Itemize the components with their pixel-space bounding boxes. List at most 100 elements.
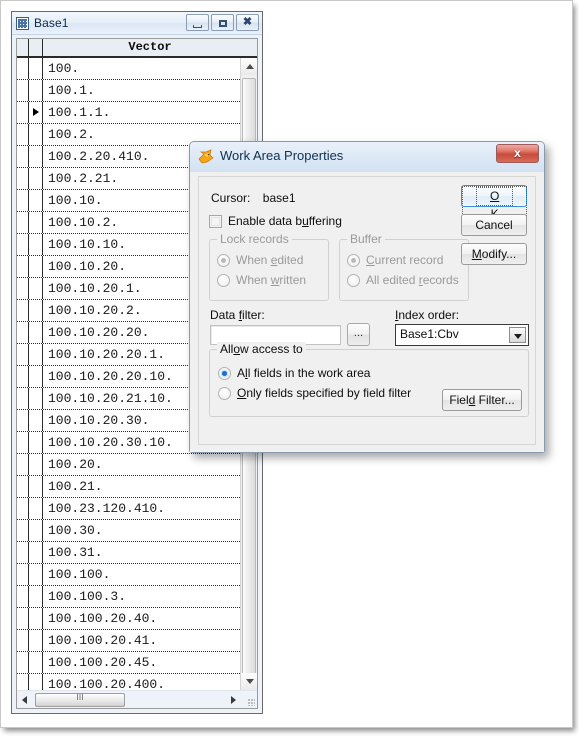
modify-button[interactable]: Modify...: [461, 243, 527, 265]
row-marker[interactable]: [29, 300, 43, 321]
grid-horizontal-scrollbar[interactable]: [17, 690, 257, 708]
dialog-titlebar[interactable]: Work Area Properties x: [190, 142, 544, 173]
enable-data-buffering-row[interactable]: Enable data buffering: [209, 214, 342, 228]
dialog-close-glyph: x: [514, 146, 521, 160]
scroll-right-icon[interactable]: [225, 692, 241, 708]
row-gutter: [17, 256, 29, 277]
grid-row[interactable]: 100.100.20.400.: [17, 674, 240, 690]
grid-row[interactable]: 100.: [17, 58, 240, 80]
row-gutter: [17, 498, 29, 519]
cell-vector[interactable]: 100.1.: [43, 80, 240, 101]
dialog-close-button[interactable]: x: [496, 144, 539, 163]
scroll-down-icon[interactable]: [241, 673, 257, 690]
cell-vector[interactable]: 100.23.120.410.: [43, 498, 240, 519]
row-gutter: [17, 300, 29, 321]
grid-row[interactable]: 100.100.20.45.: [17, 652, 240, 674]
cell-vector[interactable]: 100.100.20.45.: [43, 652, 240, 673]
lock-records-group-title: Lock records: [217, 232, 292, 246]
radio-only-fields-by-filter-indicator[interactable]: [218, 386, 231, 400]
cell-vector[interactable]: 100.1.1.: [43, 102, 240, 123]
row-marker[interactable]: [29, 168, 43, 189]
allow-access-group-title: Allow access to: [217, 342, 306, 356]
row-gutter: [17, 520, 29, 541]
grid-row[interactable]: 100.100.20.40.: [17, 608, 240, 630]
row-marker[interactable]: [29, 498, 43, 519]
row-marker[interactable]: [29, 608, 43, 629]
horizontal-scroll-thumb[interactable]: [35, 692, 125, 707]
cancel-button[interactable]: Cancel: [461, 214, 527, 236]
row-marker[interactable]: [29, 58, 43, 79]
row-marker[interactable]: [29, 674, 43, 690]
grid-row[interactable]: 100.20.: [17, 454, 240, 476]
row-marker[interactable]: [29, 212, 43, 233]
row-marker[interactable]: [29, 190, 43, 211]
row-marker[interactable]: [29, 542, 43, 563]
row-marker[interactable]: [29, 564, 43, 585]
row-marker[interactable]: [29, 146, 43, 167]
cell-vector[interactable]: 100.: [43, 58, 240, 79]
minimize-icon[interactable]: [186, 14, 209, 31]
cell-vector[interactable]: 100.100.20.41.: [43, 630, 240, 651]
close-icon[interactable]: ✖: [236, 14, 259, 31]
scroll-up-icon[interactable]: [241, 58, 257, 75]
base1-titlebar[interactable]: Base1 ✖: [12, 12, 262, 35]
row-gutter: [17, 212, 29, 233]
cell-vector[interactable]: 100.31.: [43, 542, 240, 563]
chevron-down-icon[interactable]: [509, 327, 526, 343]
row-marker[interactable]: [29, 652, 43, 673]
cell-vector[interactable]: 100.21.: [43, 476, 240, 497]
restore-icon[interactable]: [211, 14, 234, 31]
row-marker[interactable]: [29, 454, 43, 475]
row-marker[interactable]: [29, 278, 43, 299]
grid-row[interactable]: 100.100.20.41.: [17, 630, 240, 652]
enable-data-buffering-checkbox[interactable]: [209, 214, 222, 228]
grid-row[interactable]: 100.21.: [17, 476, 240, 498]
row-marker[interactable]: [29, 80, 43, 101]
row-marker[interactable]: [29, 388, 43, 409]
radio-all-edited-records-label: All edited records: [366, 273, 459, 287]
cell-vector[interactable]: 100.100.: [43, 564, 240, 585]
current-row-marker-icon[interactable]: [29, 102, 43, 123]
grid-row[interactable]: 100.100.3.: [17, 586, 240, 608]
scroll-left-icon[interactable]: [17, 692, 33, 708]
radio-current-record-indicator: [347, 253, 360, 267]
row-marker[interactable]: [29, 234, 43, 255]
grid-row[interactable]: 100.1.1.: [17, 102, 240, 124]
row-marker[interactable]: [29, 476, 43, 497]
ok-button[interactable]: OK: [461, 185, 528, 224]
row-gutter: [17, 586, 29, 607]
data-filter-browse-button[interactable]: ...: [347, 323, 370, 346]
grid-row[interactable]: 100.30.: [17, 520, 240, 542]
index-order-value: Base1:Cbv: [400, 327, 459, 341]
radio-all-fields[interactable]: All fields in the work area: [218, 366, 411, 380]
grid-row[interactable]: 100.31.: [17, 542, 240, 564]
column-header-vector[interactable]: Vector: [43, 39, 257, 56]
cell-vector[interactable]: 100.100.20.400.: [43, 674, 240, 690]
cell-vector[interactable]: 100.100.20.40.: [43, 608, 240, 629]
cell-vector[interactable]: 100.20.: [43, 454, 240, 475]
row-marker[interactable]: [29, 432, 43, 453]
row-marker[interactable]: [29, 322, 43, 343]
row-marker[interactable]: [29, 410, 43, 431]
grid-row[interactable]: 100.1.: [17, 80, 240, 102]
row-marker[interactable]: [29, 366, 43, 387]
row-marker[interactable]: [29, 124, 43, 145]
field-filter-button[interactable]: Field Filter...: [442, 389, 522, 411]
index-order-select[interactable]: Base1:Cbv: [395, 324, 529, 346]
cursor-value: base1: [262, 191, 296, 205]
grid-row[interactable]: 100.100.: [17, 564, 240, 586]
radio-when-edited: When edited: [217, 253, 306, 267]
row-marker[interactable]: [29, 256, 43, 277]
row-marker[interactable]: [29, 520, 43, 541]
radio-only-fields-by-filter[interactable]: Only fields specified by field filter: [218, 386, 411, 400]
row-marker[interactable]: [29, 630, 43, 651]
row-marker[interactable]: [29, 586, 43, 607]
radio-all-fields-indicator[interactable]: [218, 366, 231, 380]
dialog-body: Cursor: base1 Enable data buffering Lock…: [190, 172, 544, 452]
grid-row[interactable]: 100.23.120.410.: [17, 498, 240, 520]
grid-table-icon: [16, 16, 29, 30]
cell-vector[interactable]: 100.30.: [43, 520, 240, 541]
cell-vector[interactable]: 100.100.3.: [43, 586, 240, 607]
row-marker[interactable]: [29, 344, 43, 365]
resize-grip-icon[interactable]: [241, 692, 257, 708]
